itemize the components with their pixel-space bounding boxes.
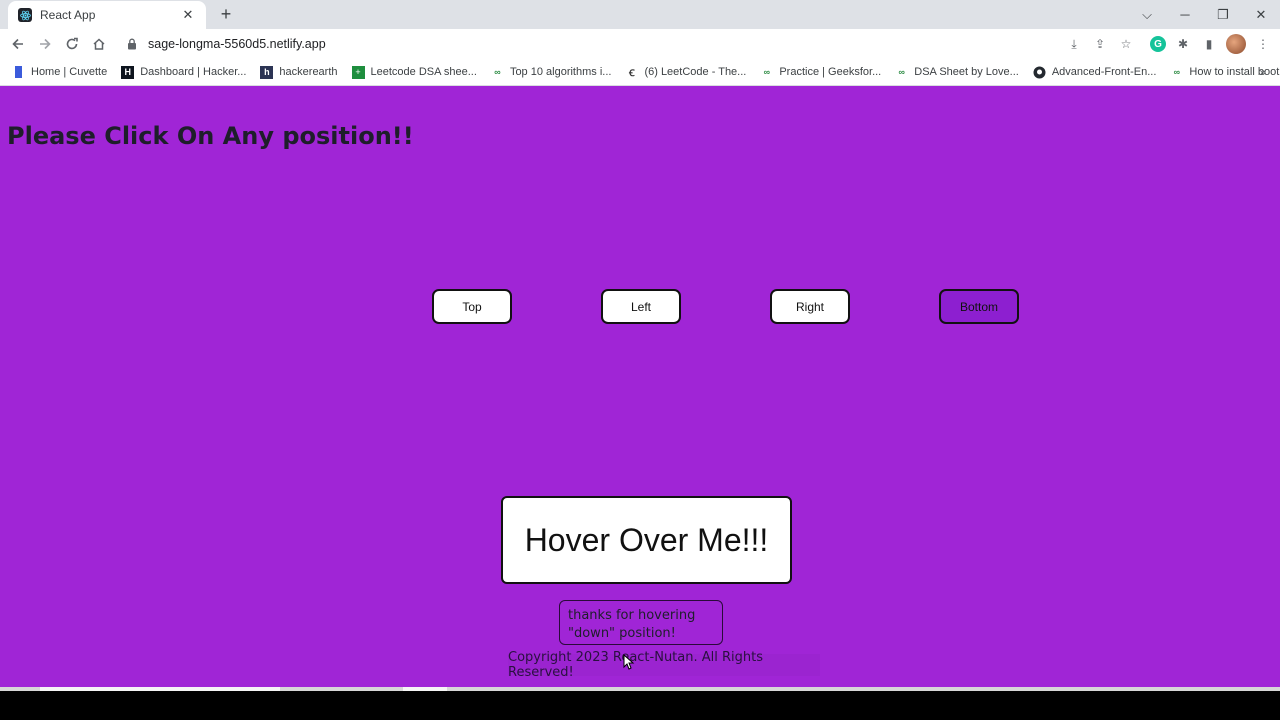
top-button[interactable]: Top	[432, 289, 512, 324]
tab-strip: React App ✕ + ⌵ ─ ❐ ✕	[0, 0, 1280, 29]
bookmark-practice-geeks[interactable]: ∞ Practice | Geeksfor...	[760, 66, 882, 79]
bookmark-label: hackerearth	[279, 66, 338, 78]
install-icon[interactable]: ⤓	[1066, 37, 1082, 52]
hover-target-box[interactable]: Hover Over Me!!!	[501, 496, 792, 584]
restore-icon[interactable]: ❐	[1204, 7, 1242, 23]
bookmark-label: How to install boot...	[1189, 66, 1280, 78]
react-icon	[18, 8, 32, 22]
bottom-button[interactable]: Bottom	[939, 289, 1019, 324]
page-content: Please Click On Any position!! Top Left …	[0, 86, 1280, 688]
side-panel-icon[interactable]: ▮	[1200, 37, 1218, 51]
bookmark-hackerearth[interactable]: h hackerearth	[260, 65, 338, 79]
extensions-icon[interactable]: ✱	[1174, 37, 1192, 51]
bookmark-label: DSA Sheet by Love...	[914, 66, 1019, 78]
right-button[interactable]: Right	[770, 289, 850, 324]
star-icon[interactable]: ☆	[1118, 37, 1134, 51]
back-icon[interactable]	[5, 31, 31, 57]
tooltip: thanks for hovering "down" position!	[559, 600, 723, 645]
home-icon[interactable]	[86, 31, 112, 57]
bookmark-dashboard-hacker[interactable]: H Dashboard | Hacker...	[121, 65, 247, 79]
geeksforgeeks-icon: ∞	[1173, 67, 1181, 77]
bookmark-advanced-front-end[interactable]: Advanced-Front-En...	[1033, 66, 1157, 79]
tab-search-icon[interactable]: ⌵	[1128, 7, 1166, 23]
avatar[interactable]	[1226, 34, 1246, 54]
github-icon	[1033, 66, 1046, 79]
hackerrank-icon: H	[121, 65, 135, 79]
bookmark-dsa-sheet[interactable]: ∞ DSA Sheet by Love...	[895, 66, 1019, 79]
left-button[interactable]: Left	[601, 289, 681, 324]
geeksforgeeks-icon: ∞	[763, 67, 771, 77]
mouse-cursor-icon	[623, 654, 635, 670]
forward-icon[interactable]	[32, 31, 58, 57]
tab-close-icon[interactable]: ✕	[180, 7, 196, 23]
bookmark-label: Top 10 algorithms i...	[509, 66, 612, 78]
new-tab-button[interactable]: +	[216, 4, 236, 24]
address-bar[interactable]: sage-longma-5560d5.netlify.app ⤓ ⇪ ☆	[118, 32, 1140, 56]
lock-icon[interactable]	[126, 38, 138, 50]
reload-icon[interactable]	[59, 31, 85, 57]
tab-title: React App	[40, 8, 96, 22]
bookmark-label: Advanced-Front-En...	[1051, 66, 1157, 78]
bottom-bar	[0, 691, 1280, 720]
leetcode-icon: Ꞓ	[629, 67, 635, 78]
window-controls: ⌵ ─ ❐ ✕	[1128, 0, 1280, 29]
geeksforgeeks-icon: ∞	[494, 67, 501, 77]
bookmark-label: Leetcode DSA shee...	[370, 66, 477, 78]
page-title: Please Click On Any position!!	[7, 122, 414, 150]
bookmark-label: Home | Cuvette	[31, 66, 108, 78]
bookmark-label: Dashboard | Hacker...	[140, 66, 247, 78]
url-text: sage-longma-5560d5.netlify.app	[148, 37, 326, 51]
sheets-icon: +	[351, 65, 365, 79]
tooltip-line: thanks for hovering	[568, 608, 696, 623]
bookmark-top-10-algorithms[interactable]: ∞ Top 10 algorithms i...	[491, 66, 612, 79]
tooltip-line: "down" position!	[568, 626, 676, 641]
share-icon[interactable]: ⇪	[1092, 37, 1108, 51]
bookmarks-bar: Home | Cuvette H Dashboard | Hacker... h…	[0, 59, 1280, 86]
bookmark-leetcode-dsa[interactable]: + Leetcode DSA shee...	[351, 65, 477, 79]
bookmark-label: Practice | Geeksfor...	[779, 66, 882, 78]
grammarly-icon[interactable]: G	[1150, 36, 1166, 52]
bookmarks-more-icon[interactable]: »	[1259, 65, 1266, 79]
browser-tab[interactable]: React App ✕	[8, 1, 206, 29]
bookmark-label: (6) LeetCode - The...	[644, 66, 747, 78]
bookmark-home-cuvette[interactable]: Home | Cuvette	[12, 66, 107, 79]
hackerearth-icon: h	[260, 65, 274, 79]
close-window-icon[interactable]: ✕	[1242, 7, 1280, 23]
browser-toolbar: sage-longma-5560d5.netlify.app ⤓ ⇪ ☆ G ✱…	[0, 29, 1280, 59]
geeksforgeeks-icon: ∞	[898, 67, 905, 77]
bookmark-leetcode[interactable]: Ꞓ (6) LeetCode - The...	[625, 66, 746, 79]
menu-icon[interactable]: ⋮	[1254, 37, 1272, 51]
cuvette-icon	[12, 66, 25, 79]
footer-copyright: Copyright 2023 React-Nutan. All Rights R…	[508, 650, 820, 680]
minimize-icon[interactable]: ─	[1166, 7, 1204, 22]
